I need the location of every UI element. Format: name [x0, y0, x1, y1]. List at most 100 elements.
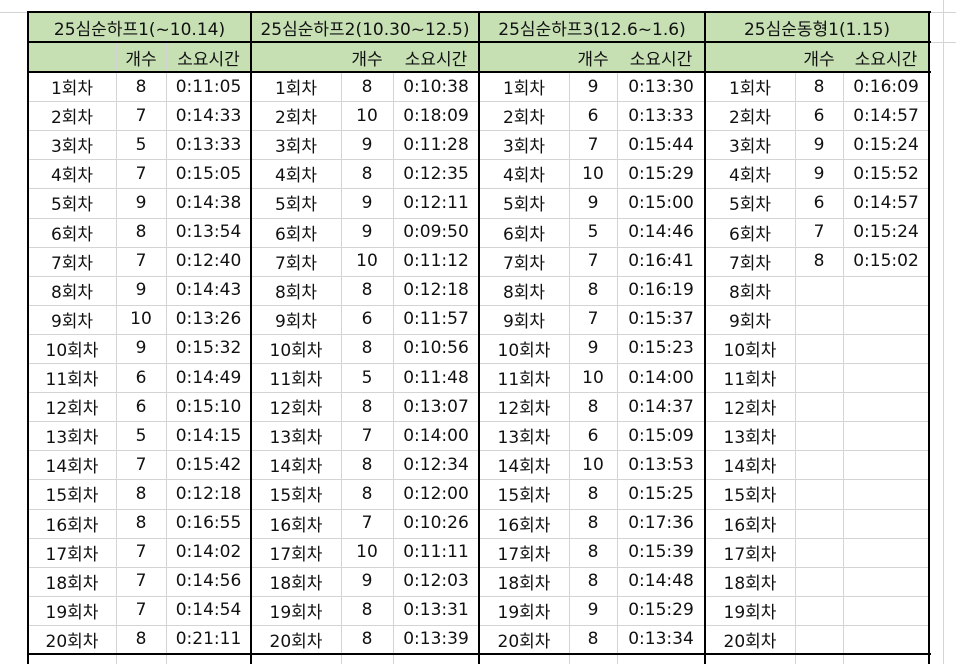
cell-count[interactable]: 6	[569, 101, 617, 130]
cell-count[interactable]: 7	[341, 421, 393, 450]
cell-round-label[interactable]: 3회차	[479, 130, 569, 159]
cell-time[interactable]: 0:13:07	[393, 392, 479, 421]
cell-round-label[interactable]: 8회차	[479, 276, 569, 305]
cell-count[interactable]: 7	[116, 101, 166, 130]
cell-time[interactable]: 0:16:09	[843, 72, 929, 101]
cell-time[interactable]: 0:15:32	[166, 334, 251, 363]
cell-count[interactable]: 6	[116, 392, 166, 421]
cell-count[interactable]: 9	[116, 188, 166, 217]
cell-time[interactable]: 0:13:33	[617, 101, 705, 130]
cell-time[interactable]: 0:11:48	[393, 363, 479, 392]
col-header-time[interactable]: 소요시간	[393, 42, 479, 72]
cell-count[interactable]	[795, 479, 843, 508]
cell-time[interactable]	[843, 450, 929, 479]
cell-round-label[interactable]: 20회차	[28, 625, 116, 654]
cell-count[interactable]	[795, 538, 843, 567]
cell-round-label[interactable]: 12회차	[251, 392, 341, 421]
group-title-2[interactable]: 25심순하프2(10.30~12.5)	[251, 12, 479, 42]
cell-count[interactable]: 8	[795, 247, 843, 276]
cell-time[interactable]	[843, 596, 929, 625]
cell-time[interactable]: 0:14:54	[166, 596, 251, 625]
cell-round-label[interactable]: 4회차	[251, 159, 341, 188]
cell-time[interactable]: 0:12:35	[393, 159, 479, 188]
cell-time[interactable]: 0:15:24	[843, 130, 929, 159]
cell-round-label[interactable]: 17회차	[705, 538, 795, 567]
cell-round-label[interactable]: 12회차	[705, 392, 795, 421]
cell-round-label[interactable]: 7회차	[705, 247, 795, 276]
cell-count[interactable]: 7	[116, 450, 166, 479]
cell-round-label[interactable]: 1회차	[479, 72, 569, 101]
group-title-1[interactable]: 25심순하프1(~10.14)	[28, 12, 251, 42]
cell-time[interactable]: 0:10:26	[393, 509, 479, 538]
cell-round-label[interactable]: 16회차	[251, 509, 341, 538]
cell-round-label[interactable]: 9회차	[705, 305, 795, 334]
cell-round-label[interactable]: 18회차	[479, 567, 569, 596]
cell-time[interactable]: 0:15:37	[617, 305, 705, 334]
cell-round-label[interactable]: 20회차	[251, 625, 341, 654]
col-header-time[interactable]: 소요시간	[166, 42, 251, 72]
cell-count[interactable]: 7	[116, 247, 166, 276]
cell-time[interactable]: 0:14:00	[617, 363, 705, 392]
cell-count[interactable]	[795, 509, 843, 538]
cell-round-label[interactable]: 16회차	[479, 509, 569, 538]
cell-count[interactable]: 7	[116, 159, 166, 188]
cell-time[interactable]: 0:13:34	[617, 625, 705, 654]
cell-time[interactable]: 0:12:40	[166, 247, 251, 276]
cell-count[interactable]: 8	[569, 392, 617, 421]
spreadsheet-grid[interactable]: 25심순하프1(~10.14) 개수 소요시간 1회차 8 0:11:05 2회차 7 0:14…	[0, 0, 956, 664]
cell-time[interactable]: 0:15:39	[617, 538, 705, 567]
cell-round-label[interactable]: 8회차	[28, 276, 116, 305]
col-header-count[interactable]: 개수	[795, 42, 843, 72]
cell-time[interactable]: 0:16:19	[617, 276, 705, 305]
cell-time[interactable]: 0:14:49	[166, 363, 251, 392]
cell-count[interactable]: 7	[569, 130, 617, 159]
cell-count[interactable]: 5	[116, 421, 166, 450]
cell-round-label[interactable]: 10회차	[705, 334, 795, 363]
cell-count[interactable]: 9	[569, 72, 617, 101]
cell-count[interactable]: 5	[341, 363, 393, 392]
cell-time[interactable]: 0:11:12	[393, 247, 479, 276]
cell-round-label[interactable]: 5회차	[28, 188, 116, 217]
cell-count[interactable]: 8	[341, 479, 393, 508]
cell-time[interactable]: 0:15:10	[166, 392, 251, 421]
cell-count[interactable]	[795, 596, 843, 625]
cell-time[interactable]: 0:18:09	[393, 101, 479, 130]
cell-time[interactable]: 0:15:24	[843, 218, 929, 247]
col-header-count[interactable]: 개수	[569, 42, 617, 72]
cell-time[interactable]: 0:17:36	[617, 509, 705, 538]
cell-count[interactable]: 6	[569, 421, 617, 450]
cell-round-label[interactable]: 6회차	[28, 218, 116, 247]
cell-time[interactable]: 0:15:09	[617, 421, 705, 450]
cell-time[interactable]: 0:09:50	[393, 218, 479, 247]
cell-time[interactable]	[843, 392, 929, 421]
cell-time[interactable]: 0:15:02	[843, 247, 929, 276]
cell-count[interactable]: 8	[569, 625, 617, 654]
cell-count[interactable]: 8	[569, 538, 617, 567]
cell-time[interactable]: 0:13:54	[166, 218, 251, 247]
cell-time[interactable]: 0:14:15	[166, 421, 251, 450]
cell-round-label[interactable]: 16회차	[705, 509, 795, 538]
cell-round-label[interactable]: 1회차	[251, 72, 341, 101]
cell-count[interactable]: 8	[341, 72, 393, 101]
cell-count[interactable]: 8	[116, 625, 166, 654]
cell-count[interactable]: 6	[341, 305, 393, 334]
cell-round-label[interactable]: 4회차	[705, 159, 795, 188]
cell-time[interactable]	[843, 276, 929, 305]
cell-time[interactable]: 0:15:52	[843, 159, 929, 188]
col-header-time[interactable]: 소요시간	[843, 42, 929, 72]
cell-round-label[interactable]: 18회차	[28, 567, 116, 596]
cell-time[interactable]: 0:14:33	[166, 101, 251, 130]
cell-round-label[interactable]: 12회차	[28, 392, 116, 421]
cell-count[interactable]: 8	[341, 392, 393, 421]
cell-time[interactable]: 0:11:05	[166, 72, 251, 101]
cell-time[interactable]: 0:14:46	[617, 218, 705, 247]
cell-count[interactable]: 8	[341, 276, 393, 305]
cell-round-label[interactable]: 10회차	[251, 334, 341, 363]
cell-round-label[interactable]: 17회차	[251, 538, 341, 567]
cell-time[interactable]: 0:13:31	[393, 596, 479, 625]
cell-time[interactable]: 0:11:28	[393, 130, 479, 159]
cell-count[interactable]: 9	[341, 218, 393, 247]
group-title-3[interactable]: 25심순하프3(12.6~1.6)	[479, 12, 705, 42]
cell-count[interactable]: 9	[341, 130, 393, 159]
cell-round-label[interactable]: 2회차	[251, 101, 341, 130]
